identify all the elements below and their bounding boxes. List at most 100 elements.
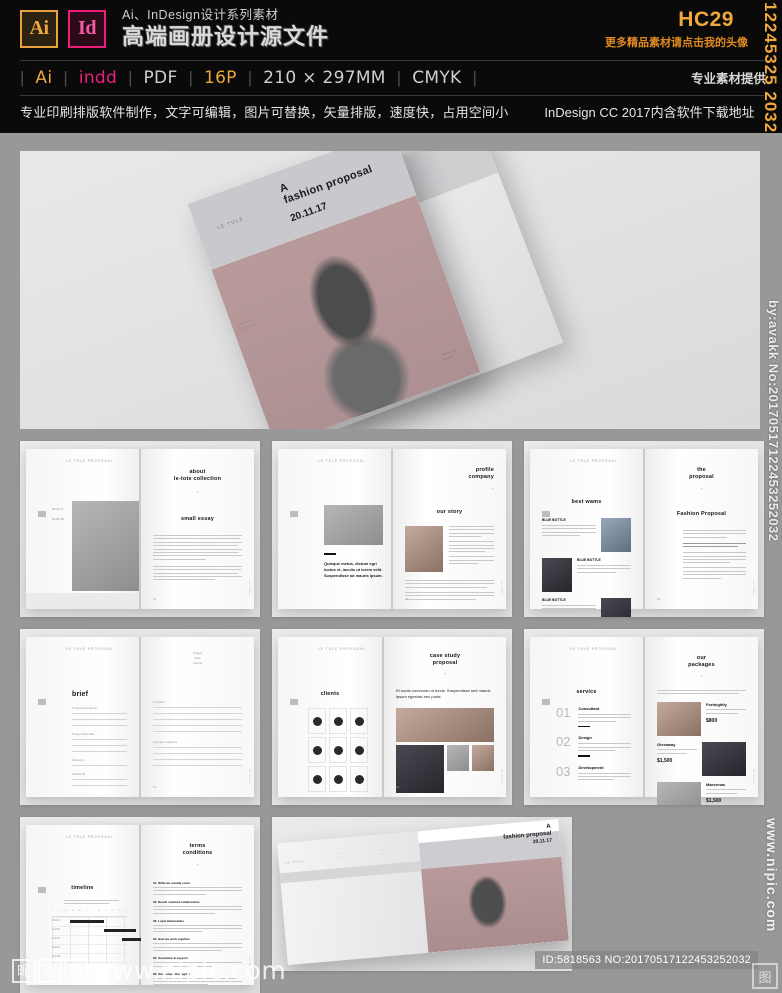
thumbnail-clients-casestudy[interactable]: LE TOLE PROPOSAL clients case study prop…	[272, 629, 512, 805]
spread-subheading: our story	[436, 509, 463, 515]
banner-divider-2	[20, 95, 764, 96]
package-photo	[702, 742, 746, 777]
nipic-logo-char: 昵	[12, 958, 36, 983]
spread-photo-small	[447, 745, 469, 771]
banner-title: 高端画册设计源文件	[122, 24, 330, 49]
client-logo-icon	[354, 774, 364, 784]
caption-rule	[324, 553, 336, 555]
open-book-left-page: LE TOTE — — — — — — — — — —	[277, 831, 429, 966]
side-caption: LE TOTE	[248, 580, 251, 595]
runhead: LE TOLE PROPOSAL	[66, 835, 114, 839]
image-id-tag: ID:5818563 NO:20170517122453252032	[535, 951, 758, 969]
client-logo-cell	[329, 766, 347, 792]
field-label: Project Materials	[72, 732, 95, 736]
thumbnail-brief-form[interactable]: LE TOLE PROPOSAL brief Project Descripti…	[20, 629, 260, 805]
banner-divider-1	[20, 60, 764, 61]
client-logo-icon	[312, 716, 322, 726]
spread-heading-line2: le-tote collection	[173, 476, 222, 482]
runhead: LE TOLE PROPOSAL	[66, 459, 114, 463]
service-number: 03	[556, 763, 571, 779]
runhead: LE TOLE PROPOSAL	[318, 647, 366, 651]
client-logo-cell	[308, 708, 326, 734]
client-logo-icon	[354, 745, 364, 755]
gantt-row-label: Task 03	[52, 937, 61, 941]
title-block: Ai、InDesign设计系列素材 高端画册设计源文件	[122, 8, 329, 49]
spread-photo	[324, 505, 383, 545]
client-logo-cell	[308, 766, 326, 792]
heading-ornament: +	[700, 486, 703, 491]
client-logo-cell	[350, 737, 368, 763]
runhead: LE TOLE PROPOSAL	[318, 459, 366, 463]
package-price: $800	[706, 717, 718, 724]
heading-ornament: +	[491, 486, 494, 491]
page-marker	[38, 511, 46, 517]
page-root: Ai Id Ai、InDesign设计系列素材 高端画册设计源文件 HC29 更…	[0, 0, 782, 993]
thumbnail-service-packages[interactable]: LE TOLE PROPOSAL service 01 Consultant 0…	[524, 629, 764, 805]
banner-vertical-code: 12245325 2032	[761, 2, 780, 134]
page-footer-band	[26, 593, 139, 609]
spread-heading-line1: the	[697, 467, 706, 473]
spread-heading-line1: about	[189, 469, 206, 475]
watermark-author-vertical: by:avakk No:20170517122453252032	[766, 300, 781, 542]
page-marker	[290, 511, 298, 517]
header-banner: Ai Id Ai、InDesign设计系列素材 高端画册设计源文件 HC29 更…	[0, 0, 782, 133]
spread-subheading: Fashion Proposal	[676, 511, 727, 517]
client-logo-icon	[312, 774, 322, 784]
field-label: Project Description	[72, 706, 98, 710]
field-label: Deliverys	[72, 758, 85, 762]
runhead: LE TOLE PROPOSAL	[570, 459, 618, 463]
features-text-cn: 专业印刷排版软件制作，文字可编辑，图片可替换，矢量排版，速度快，占用空间小	[20, 104, 509, 120]
runhead: LE TOLE PROPOSAL	[570, 647, 618, 651]
field-label: Contacts	[153, 700, 165, 704]
client-logo-icon	[333, 716, 343, 726]
page-number: 14	[657, 785, 661, 789]
spread-heading-line1: case study	[429, 653, 461, 659]
package-photo	[657, 702, 701, 737]
date-label-1: 20.11.17	[52, 507, 64, 511]
service-number: 01	[556, 705, 571, 720]
illustrator-badge-icon: Ai	[20, 9, 58, 48]
spec-colormode: CMYK	[412, 68, 462, 88]
client-logo-icon	[333, 745, 343, 755]
package-name: Giveaway	[657, 742, 676, 748]
service-number: 02	[556, 734, 571, 750]
package-price: $1,500	[706, 797, 722, 804]
spread-heading: best wams	[571, 499, 602, 505]
client-logo-cell	[350, 766, 368, 792]
spread-heading: brief	[72, 691, 89, 698]
client-logo-icon	[312, 745, 322, 755]
service-label: Design	[578, 735, 592, 741]
thumbnail-the-proposal[interactable]: LE TOLE PROPOSAL best wams BLUE BOTTLE B…	[524, 441, 764, 617]
client-logo-cell	[329, 708, 347, 734]
field-label: Additional	[72, 772, 86, 776]
spec-separator: |	[472, 68, 477, 87]
client-logo-icon	[333, 774, 343, 784]
spread-photo-small	[405, 526, 443, 572]
field-label: Special conditions	[153, 740, 178, 744]
page-number: 12	[396, 785, 400, 789]
heading-ornament: +	[443, 671, 447, 676]
service-label: Development	[578, 764, 604, 770]
spec-format-ai: Ai	[35, 68, 53, 88]
spec-format-indd: indd	[78, 68, 118, 88]
spec-row: | Ai | indd | PDF | 16P | 210 × 297MM | …	[20, 62, 477, 94]
page-marker	[38, 887, 46, 893]
thumbnail-profile-company[interactable]: LE TOLE PROPOSAL Quisque metus, dictum e…	[272, 441, 512, 617]
nipic-logo-icon: 昵 图 网	[12, 958, 88, 983]
corner-logo-icon: 图	[752, 963, 778, 989]
service-label: Consultant	[578, 706, 600, 711]
spread-caption: Quisque metus, dictum egri luctus et, ia…	[324, 561, 383, 578]
spec-format-pdf: PDF	[143, 68, 178, 88]
features-row: 专业印刷排版软件制作，文字可编辑，图片可替换，矢量排版，速度快，占用空间小 In…	[20, 98, 755, 124]
indesign-badge-icon: Id	[68, 9, 106, 48]
spread-subheading: small essay	[180, 516, 215, 522]
spread-photo-small	[542, 558, 572, 592]
side-caption: LE TOTE	[500, 768, 503, 783]
page-marker	[542, 699, 550, 705]
gantt-row-label: Task 01	[52, 919, 61, 923]
promo-note[interactable]: 更多精品素材请点击我的头像	[605, 34, 748, 50]
page-number: 10	[153, 785, 157, 789]
thumbnail-open-cover-mockup[interactable]: LE TOTE — — — — — — — — — — A fashion prop…	[272, 817, 572, 971]
thumbnail-about-collection[interactable]: LE TOLE PROPOSAL 20.11.17 20.01.18 about…	[20, 441, 260, 617]
page-marker	[542, 511, 550, 517]
